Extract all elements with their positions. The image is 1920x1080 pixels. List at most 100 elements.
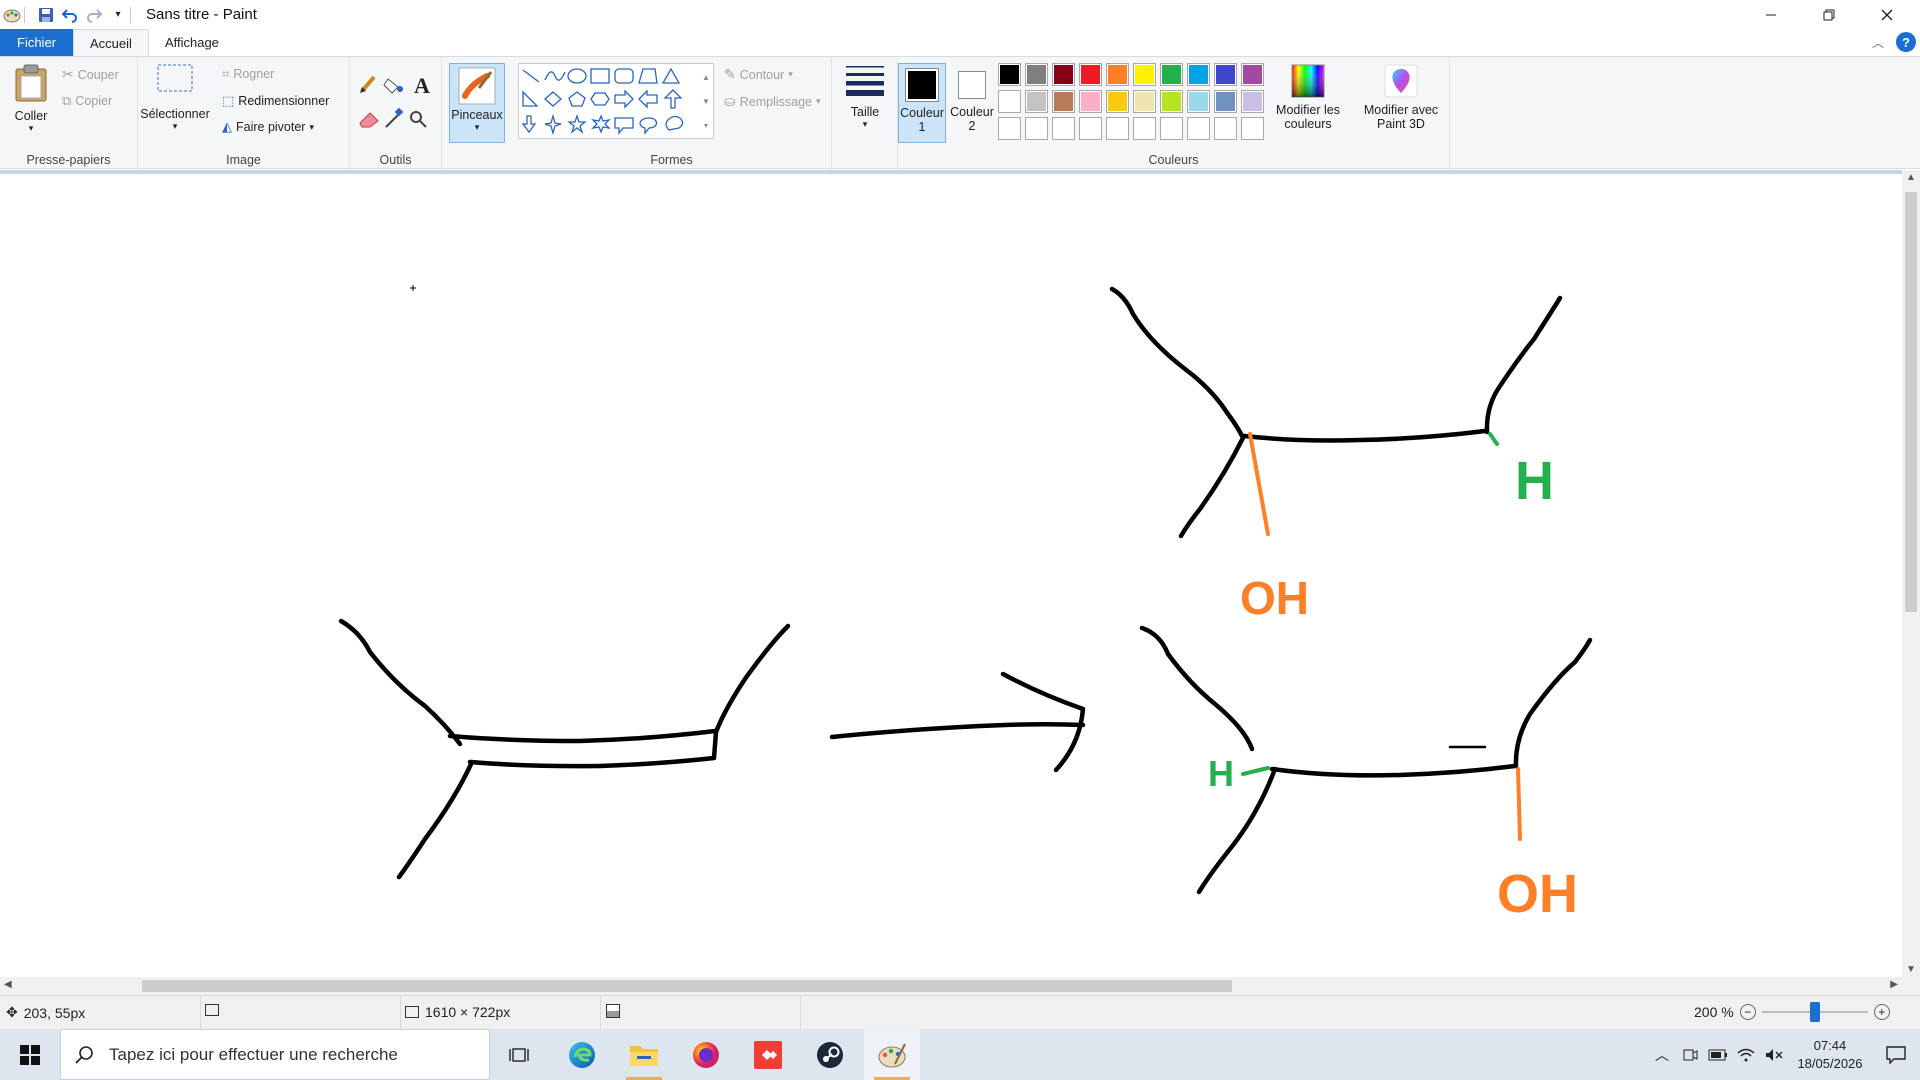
battery-icon[interactable] [1704,1049,1732,1061]
gallery-scroll[interactable]: ▲ ▼ ▾ [701,66,711,138]
palette-swatch[interactable] [1187,63,1210,86]
undo-icon[interactable] [58,3,82,27]
palette-swatch[interactable] [1106,117,1129,140]
palette-swatch[interactable] [1025,117,1048,140]
palette-swatch[interactable] [1133,117,1156,140]
collapse-ribbon-icon[interactable]: ︿ [1872,34,1884,51]
palette-swatch[interactable] [1214,63,1237,86]
redo-icon[interactable] [82,3,106,27]
palette-swatch[interactable] [998,117,1021,140]
taskbar-edge[interactable] [554,1029,610,1080]
zoom-in-icon[interactable]: + [1873,1004,1890,1020]
shapes-gallery[interactable]: ▲ ▼ ▾ [518,63,714,139]
palette-swatch[interactable] [1241,63,1264,86]
horizontal-scrollbar[interactable]: ◀ ▶ [0,977,1902,995]
fill-button[interactable]: ⛀ Remplissage ▾ [724,93,821,110]
size-button[interactable]: Taille ▾ [838,63,892,143]
palette-swatch[interactable] [1214,117,1237,140]
zoom-slider[interactable] [1761,1002,1868,1022]
palette-swatch[interactable] [1160,63,1183,86]
color2-button[interactable]: Couleur 2 [948,63,996,143]
palette-swatch[interactable] [1133,90,1156,113]
rotate-button[interactable]: ◭ Faire pivoter ▾ [222,119,314,135]
copy-button[interactable]: ⧉ Copier [62,93,112,109]
meet-now-icon[interactable] [1676,1047,1704,1063]
cut-button[interactable]: ✂ Couper [62,66,119,83]
group-size: Taille ▾ [832,57,898,170]
brushes-label: Pinceaux [451,108,503,122]
drawing-canvas[interactable]: OH H H OH [0,170,1902,977]
palette-swatch[interactable] [1079,63,1102,86]
task-view-button[interactable] [492,1029,548,1080]
palette-swatch[interactable] [998,90,1021,113]
minimize-button[interactable] [1742,0,1800,29]
taskbar-search-box[interactable]: Tapez ici pour effectuer une recherche [60,1029,490,1080]
palette-swatch[interactable] [1214,90,1237,113]
outline-button[interactable]: ✎ Contour ▾ [724,66,793,83]
group-label-clipboard: Presse-papiers [26,153,111,167]
folder-icon [630,1045,658,1066]
palette-swatch[interactable] [998,63,1021,86]
anydesk-icon [754,1040,782,1069]
tab-accueil[interactable]: Accueil [73,29,149,56]
crop-button[interactable]: ⌗ Rogner [222,66,274,82]
paint3d-icon [1384,64,1418,98]
show-hidden-icons-chevron-icon[interactable]: ︿ [1648,1045,1676,1065]
palette-swatch[interactable] [1025,63,1048,86]
palette-swatch[interactable] [1079,90,1102,113]
edit-colors-label-line1: Modifier les [1276,103,1340,117]
scroll-up-arrow-icon[interactable]: ▲ [1906,172,1916,183]
palette-swatch[interactable] [1106,63,1129,86]
paint3d-label-line2: Paint 3D [1377,117,1425,131]
palette-swatch[interactable] [1241,90,1264,113]
horizontal-scroll-thumb[interactable] [142,980,1232,992]
save-icon[interactable] [34,3,58,27]
quick-access-toolbar: ▾ [0,0,140,29]
vertical-scrollbar[interactable]: ▲ ▼ [1902,170,1920,977]
taskbar-file-explorer[interactable] [616,1029,672,1080]
wifi-icon[interactable] [1732,1048,1760,1062]
palette-swatch[interactable] [1052,63,1075,86]
tab-affichage[interactable]: Affichage [149,29,235,56]
bond-top-left-down [1178,433,1247,539]
taskbar-anydesk[interactable] [740,1029,796,1080]
help-icon[interactable]: ? [1896,32,1916,52]
restore-button[interactable] [1800,0,1858,29]
notifications-icon[interactable] [1872,1045,1920,1064]
palette-swatch[interactable] [1241,117,1264,140]
palette-swatch[interactable] [1160,117,1183,140]
vertical-scroll-thumb[interactable] [1905,192,1917,612]
palette-swatch[interactable] [1052,90,1075,113]
palette-swatch[interactable] [1106,90,1129,113]
scroll-down-arrow-icon[interactable]: ▼ [1906,964,1916,975]
palette-swatch[interactable] [1187,117,1210,140]
scroll-right-arrow-icon[interactable]: ▶ [1890,979,1898,990]
taskbar-steam[interactable] [802,1029,858,1080]
clock[interactable]: 07:44 18/05/2026 [1788,1037,1872,1073]
tab-fichier[interactable]: Fichier [0,29,74,56]
brushes-button[interactable]: Pinceaux ▾ [449,63,505,143]
paste-button[interactable]: Coller ▾ [8,63,54,143]
start-button[interactable] [2,1029,58,1080]
palette-swatch[interactable] [1079,117,1102,140]
close-button[interactable] [1858,0,1916,29]
scroll-left-arrow-icon[interactable]: ◀ [4,979,12,990]
volume-muted-icon[interactable] [1760,1048,1788,1062]
palette-swatch[interactable] [1133,63,1156,86]
color1-button[interactable]: Couleur 1 [898,63,946,143]
palette-swatch[interactable] [1187,90,1210,113]
drawing-surface[interactable]: OH H H OH [0,174,1902,977]
palette-swatch[interactable] [1025,90,1048,113]
edit-with-paint3d-button[interactable]: Modifier avec Paint 3D [1356,63,1446,143]
edit-colors-button[interactable]: Modifier les couleurs [1272,63,1344,143]
palette-swatch[interactable] [1052,117,1075,140]
close-icon [1881,9,1893,20]
zoom-slider-thumb[interactable] [1809,1002,1820,1022]
select-button[interactable]: Sélectionner ▾ [140,63,210,143]
taskbar-firefox[interactable] [678,1029,734,1080]
zoom-out-icon[interactable]: − [1739,1004,1756,1020]
palette-swatch[interactable] [1160,90,1183,113]
customize-toolbar-chevron-icon[interactable]: ▾ [106,3,130,27]
taskbar-paint[interactable] [864,1029,920,1080]
resize-button[interactable]: ⬚ Redimensionner [222,93,329,109]
